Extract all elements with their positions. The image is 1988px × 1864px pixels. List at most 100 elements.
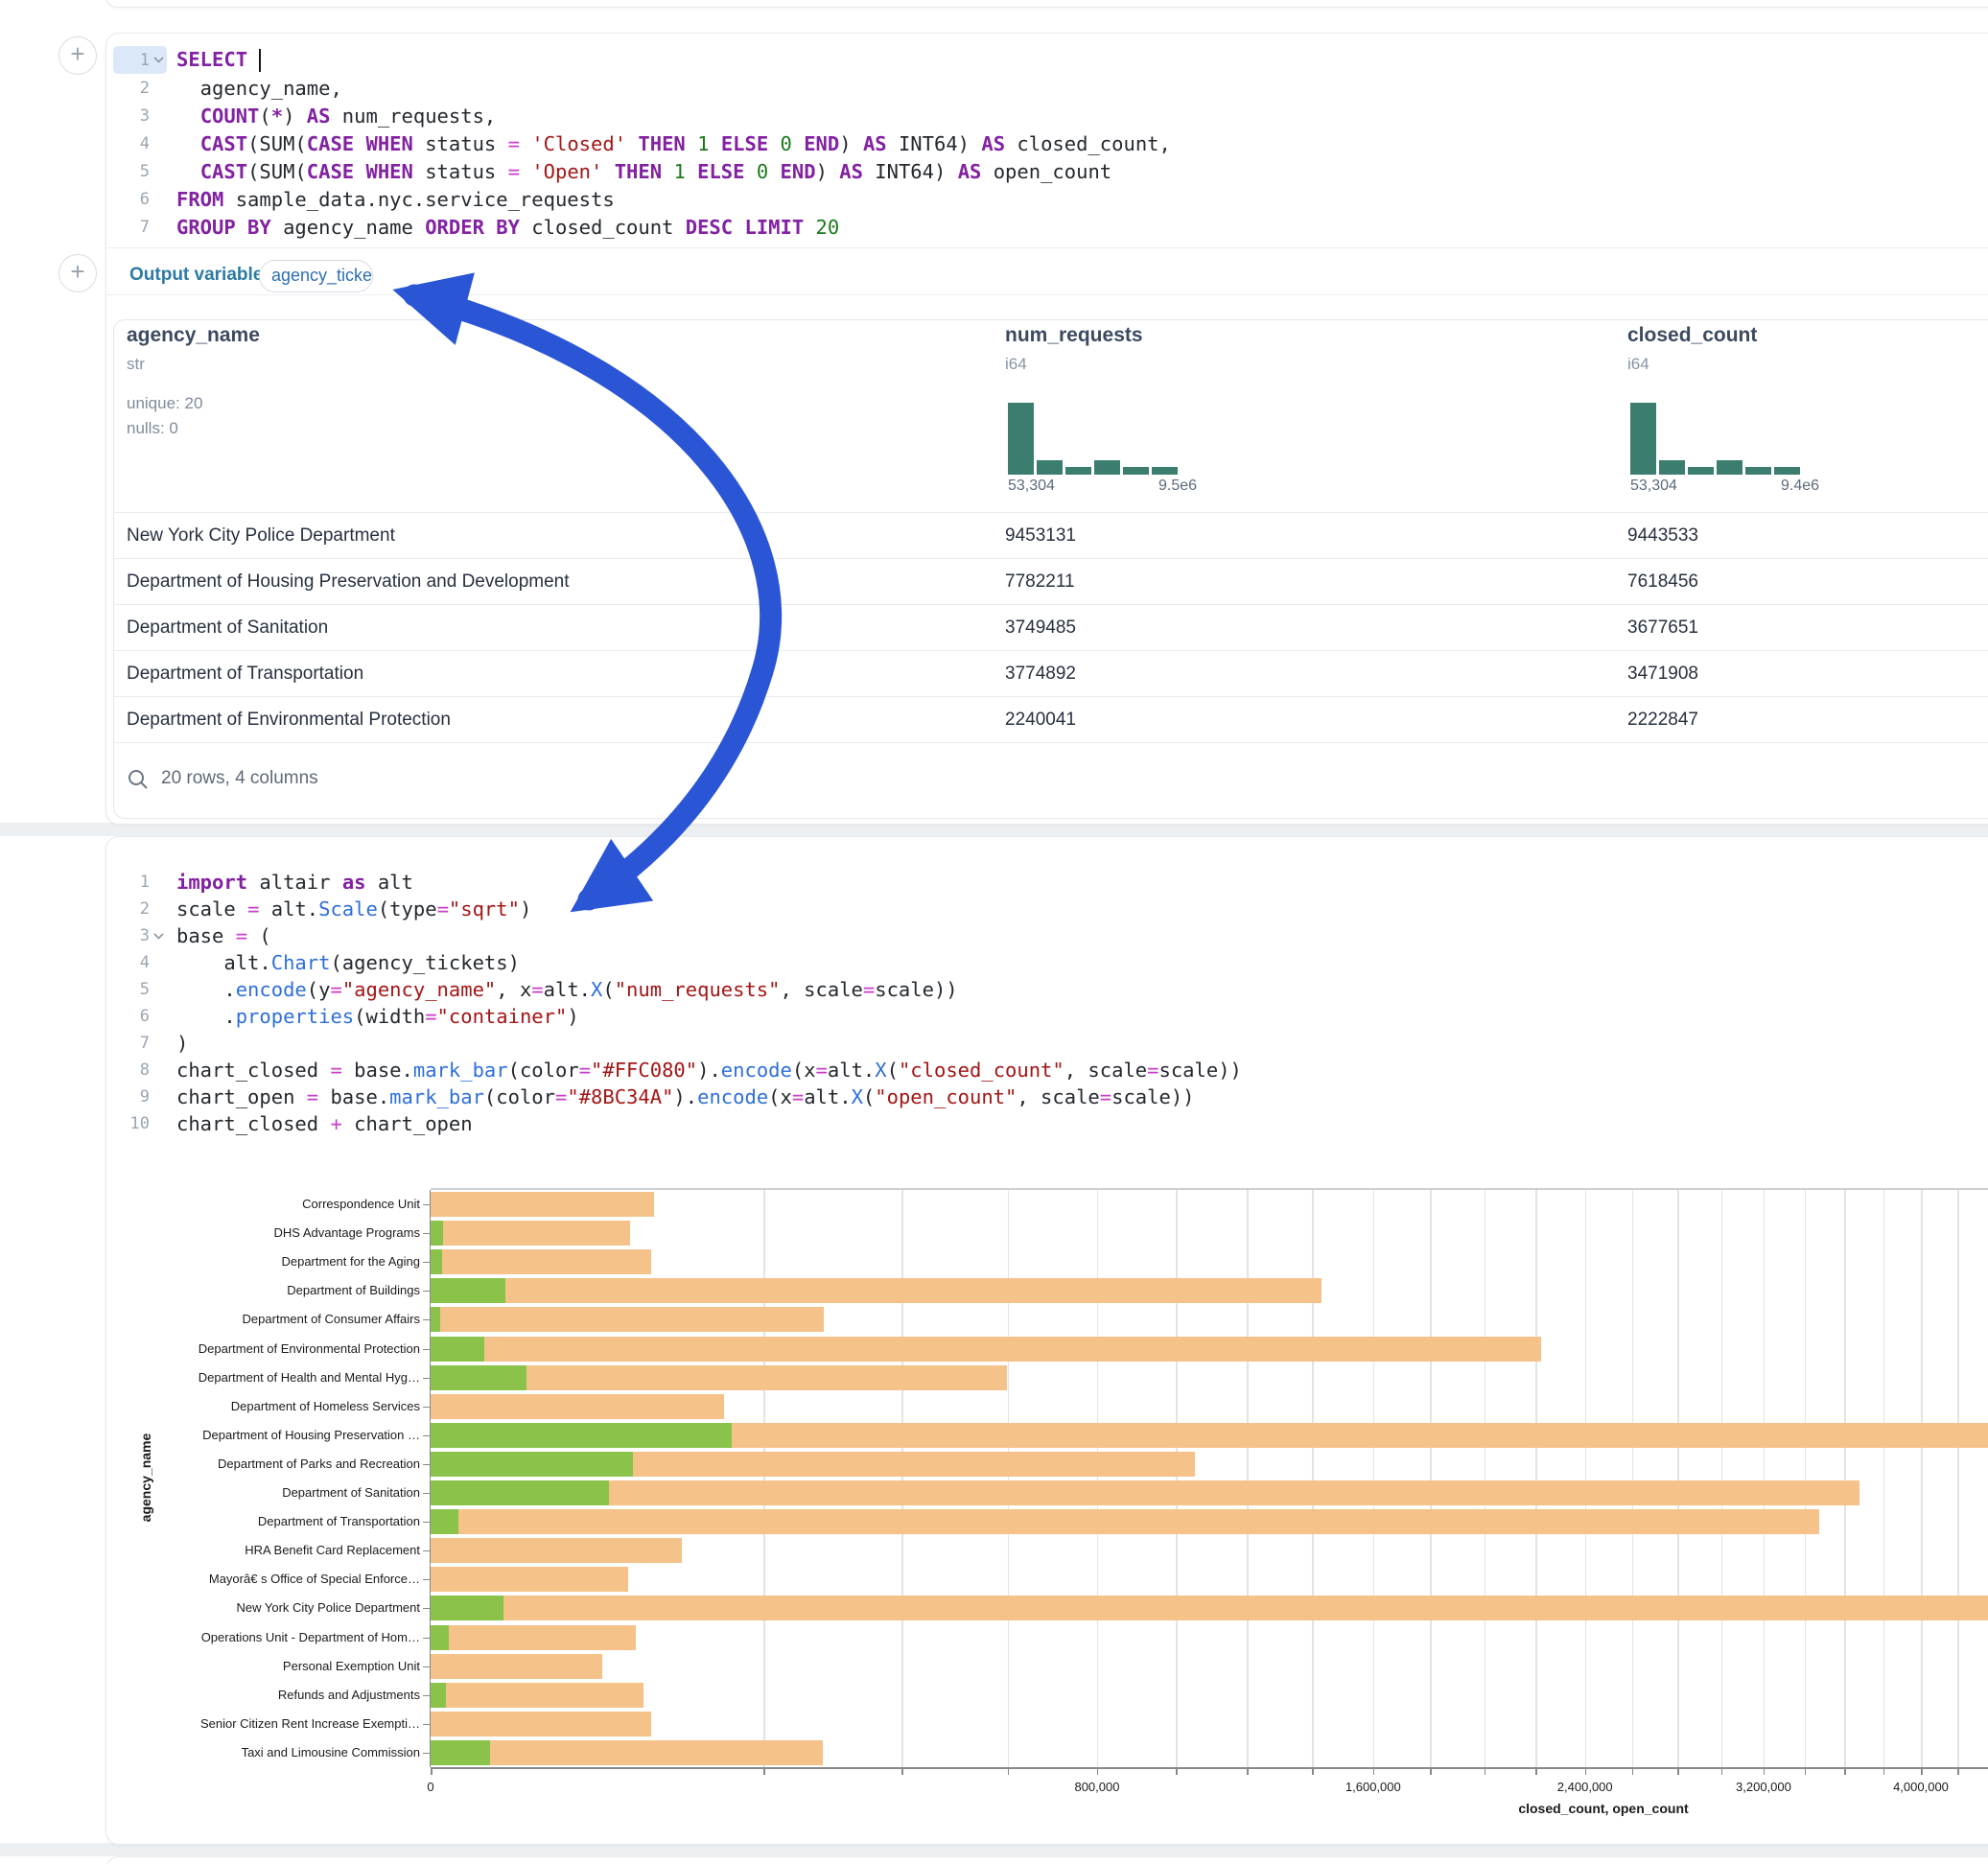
bar-open	[431, 1509, 458, 1534]
y-axis-label: Senior Citizen Rent Increase Exempti…	[163, 1715, 420, 1733]
histogram-bar	[1152, 467, 1178, 475]
code-text: .encode(y="agency_name", x=alt.X("num_re…	[176, 978, 958, 1001]
bar-open	[431, 1596, 503, 1620]
code-text: SELECT	[176, 48, 261, 72]
code-text: chart_open = base.mark_bar(color="#8BC34…	[176, 1085, 1195, 1108]
y-axis-label: Personal Exemption Unit	[163, 1658, 420, 1675]
code-text: COUNT(*) AS num_requests,	[176, 105, 496, 128]
x-axis-title: closed_count, open_count	[1460, 1801, 1747, 1816]
line-number: 2	[115, 899, 150, 919]
code-token: GROUP BY	[176, 216, 271, 239]
code-token: =	[579, 1059, 591, 1082]
gridline	[1485, 1190, 1486, 1767]
code-text: CAST(SUM(CASE WHEN status = 'Closed' THE…	[176, 132, 1171, 155]
line-gutter: 1	[113, 869, 167, 896]
output-variable-pill[interactable]: agency_tickets	[259, 260, 373, 292]
histogram-bar	[1094, 460, 1120, 475]
table-footer: 20 rows, 4 columns	[113, 742, 1988, 818]
code-token: +	[330, 1112, 341, 1135]
x-axis-label: 1,600,000	[1316, 1780, 1431, 1794]
code-token: WHEN	[366, 160, 413, 183]
histogram-bar	[1688, 467, 1714, 475]
sql-code-editor[interactable]: 1SELECT 2 agency_name,3 COUNT(*) AS num_…	[113, 46, 1171, 241]
code-token: X	[852, 1085, 863, 1108]
code-line: 4 alt.Chart(agency_tickets)	[113, 949, 1242, 976]
y-axis-label: Refunds and Adjustments	[163, 1687, 420, 1704]
chevron-slot	[150, 1008, 167, 1025]
bar-open	[431, 1452, 633, 1477]
gridline	[1921, 1190, 1923, 1767]
code-token: scale))	[1111, 1085, 1194, 1108]
code-token: , scale	[1064, 1059, 1147, 1082]
line-gutter: 5	[113, 157, 167, 185]
histogram-bar	[1774, 467, 1800, 475]
code-token: altair	[247, 871, 342, 894]
table-cell: 7782211	[1005, 559, 1075, 605]
chevron-slot	[150, 135, 167, 152]
code-token: .	[176, 1005, 236, 1028]
bar-closed	[431, 1567, 628, 1592]
line-gutter: 7	[113, 213, 167, 241]
y-axis-label: Department of Housing Preservation …	[163, 1427, 420, 1444]
y-axis-label: New York City Police Department	[163, 1599, 420, 1617]
code-token: (x	[768, 1085, 792, 1108]
line-gutter: 8	[113, 1057, 167, 1083]
add-cell-button[interactable]: +	[58, 254, 97, 292]
code-token	[768, 132, 780, 155]
gridline	[1805, 1190, 1807, 1767]
bar-open	[431, 1249, 442, 1274]
line-number: 6	[115, 1007, 150, 1026]
code-token: (x	[792, 1059, 816, 1082]
line-number: 5	[115, 162, 150, 181]
column-type: str	[127, 355, 145, 374]
code-line: 6FROM sample_data.nyc.service_requests	[113, 185, 1171, 213]
table-cell: 3471908	[1627, 651, 1698, 697]
x-tick	[1921, 1769, 1923, 1775]
code-token: (y	[307, 978, 331, 1001]
chevron-down-icon[interactable]	[153, 57, 164, 63]
code-token: )	[567, 1005, 578, 1028]
gridline	[1312, 1190, 1314, 1767]
cell-gap-band	[0, 823, 1988, 836]
histogram-bar	[1008, 403, 1034, 475]
code-token: =	[531, 978, 543, 1001]
code-token	[602, 160, 614, 183]
table-row: Department of Environmental Protection22…	[113, 696, 1988, 743]
code-text: CAST(SUM(CASE WHEN status = 'Open' THEN …	[176, 160, 1111, 183]
chevron-slot	[150, 981, 167, 998]
line-gutter: 7	[113, 1030, 167, 1057]
x-tick	[1805, 1769, 1807, 1775]
code-token: base	[176, 924, 236, 947]
y-axis-label: Department of Buildings	[163, 1282, 420, 1299]
gridline	[1430, 1190, 1432, 1767]
bar-open	[431, 1278, 505, 1303]
cell-gap-band	[0, 1843, 1988, 1856]
line-number: 4	[115, 953, 150, 972]
y-tick	[423, 1695, 430, 1696]
histogram-bar	[1745, 467, 1771, 475]
x-axis-label: 3,200,000	[1706, 1780, 1821, 1794]
code-token: =	[236, 924, 247, 947]
code-text: import altair as alt	[176, 871, 413, 894]
add-cell-button[interactable]: +	[58, 36, 97, 75]
bar-closed	[431, 1221, 630, 1246]
y-tick	[423, 1262, 430, 1263]
code-token: (SUM(	[247, 160, 307, 183]
bar-open	[431, 1221, 443, 1246]
code-token: INT64)	[863, 160, 958, 183]
x-tick	[1764, 1769, 1766, 1775]
code-token: LIMIT	[744, 216, 804, 239]
gridline	[1883, 1190, 1885, 1767]
bar-open	[431, 1423, 732, 1448]
divider	[106, 294, 1988, 295]
line-gutter: 2	[113, 896, 167, 922]
chevron-down-icon[interactable]	[153, 933, 164, 940]
plot-top-border	[431, 1188, 1988, 1190]
gridline	[1097, 1190, 1099, 1767]
histogram-min-label: 53,304	[1008, 478, 1055, 495]
python-code-editor[interactable]: 1import altair as alt2scale = alt.Scale(…	[113, 869, 1242, 1137]
search-icon[interactable]	[127, 768, 150, 791]
code-token: 1	[673, 160, 685, 183]
line-number: 1	[115, 873, 150, 892]
line-gutter: 1	[113, 46, 167, 74]
